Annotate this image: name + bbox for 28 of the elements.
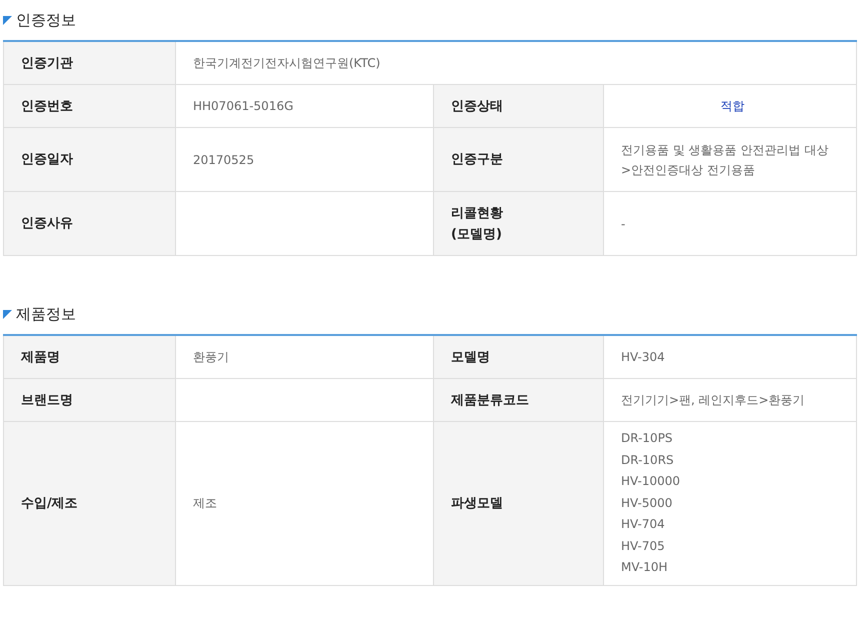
label-cell: 인증사유	[4, 192, 176, 256]
value-cell: HV-304	[604, 335, 856, 378]
value-cell: 환풍기	[176, 335, 434, 378]
value-cell: 전기기기>팬, 레인지후드>환풍기	[604, 378, 856, 422]
value-cell: 20170525	[176, 128, 434, 192]
label-cell: 브랜드명	[4, 378, 176, 422]
value-cell: 제조	[176, 422, 434, 585]
triangle-icon	[3, 16, 12, 24]
label-cell: 수입/제조	[4, 422, 176, 585]
label-cell: 제품분류코드	[434, 378, 604, 422]
label-cell: 인증상태	[434, 84, 604, 128]
value-cell: 한국기계전기전자시험연구원(KTC)	[176, 41, 856, 84]
value-cell: 전기용품 및 생활용품 안전관리법 대상 >안전인증대상 전기용품	[604, 128, 856, 192]
section-title: 인증정보	[16, 10, 76, 30]
triangle-icon	[3, 310, 12, 318]
value-cell: -	[604, 192, 856, 256]
label-cell: 모델명	[434, 335, 604, 378]
value-cell: DR-10PS DR-10RS HV-10000 HV-5000 HV-704 HV-705 MV-10H	[604, 422, 856, 585]
value-cell: HH07061-5016G	[176, 84, 434, 128]
label-cell: 인증구분	[434, 128, 604, 192]
label-cell: 인증일자	[4, 128, 176, 192]
label-cell: 제품명	[4, 335, 176, 378]
label-cell: 인증번호	[4, 84, 176, 128]
label-cell: 파생모델	[434, 422, 604, 585]
label-cell: 리콜현황 (모델명)	[434, 192, 604, 256]
label-cell: 인증기관	[4, 41, 176, 84]
value-cell: 적합	[604, 84, 856, 128]
section-title: 제품정보	[16, 304, 76, 324]
